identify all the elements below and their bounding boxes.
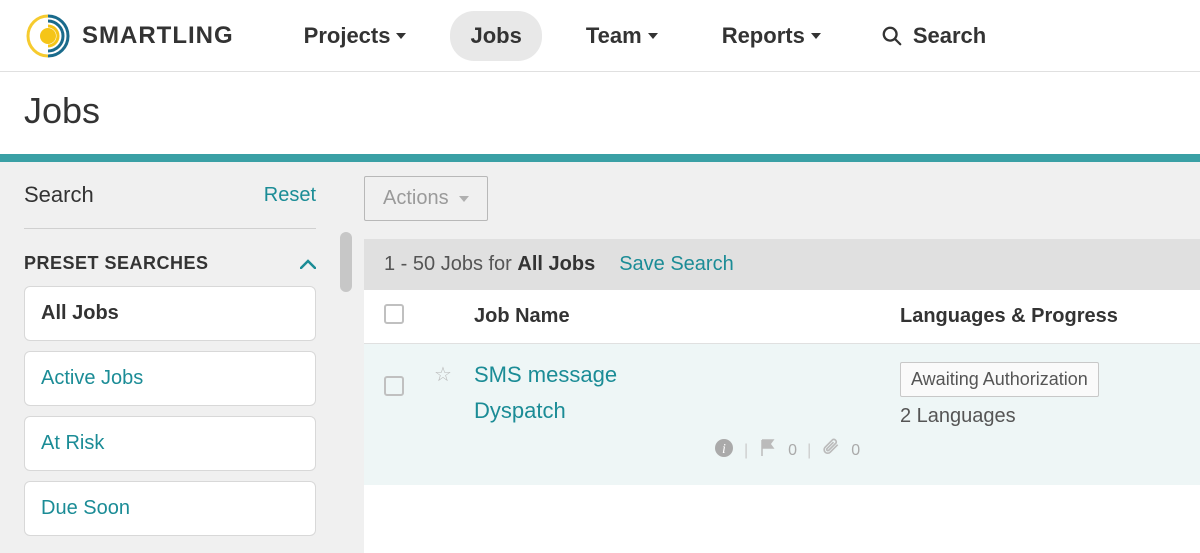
nav-jobs-label: Jobs <box>470 23 521 49</box>
col-lang-header[interactable]: Languages & Progress <box>900 305 1180 328</box>
accent-bar <box>0 154 1200 162</box>
nav-jobs[interactable]: Jobs <box>450 11 541 61</box>
actions-label: Actions <box>383 187 449 210</box>
nav-projects[interactable]: Projects <box>284 11 427 61</box>
job-project-link[interactable]: Dyspatch <box>474 398 566 423</box>
caret-down-icon <box>648 33 658 39</box>
row-lang-cell: Awaiting Authorization 2 Languages <box>900 362 1180 428</box>
preset-item-label: Due Soon <box>41 497 130 519</box>
attach-count: 0 <box>851 442 860 460</box>
attachment-icon[interactable] <box>821 438 841 463</box>
nav-items: Projects Jobs Team Reports Search <box>284 11 987 61</box>
jobs-table: Job Name Languages & Progress ☆ SMS mess… <box>364 290 1200 553</box>
scrollbar[interactable] <box>340 232 352 292</box>
page-header: Jobs <box>0 72 1200 154</box>
save-search-link[interactable]: Save Search <box>619 253 734 276</box>
page-title: Jobs <box>24 90 1176 132</box>
flag-count: 0 <box>788 442 797 460</box>
separator: | <box>744 442 748 460</box>
row-star-cell: ☆ <box>434 362 474 387</box>
preset-item-label: All Jobs <box>41 302 119 324</box>
preset-item-all-jobs[interactable]: All Jobs <box>24 286 316 341</box>
sidebar-search-row: Search Reset <box>24 182 316 229</box>
main-inner: Actions 1 - 50 Jobs for All Jobs Save Se… <box>340 162 1200 553</box>
nav-search-label: Search <box>913 23 986 49</box>
col-checkbox-header <box>384 304 434 329</box>
caret-down-icon <box>459 196 469 202</box>
separator: | <box>807 442 811 460</box>
results-range-text: 1 - 50 Jobs for All Jobs <box>384 253 595 276</box>
actions-row: Actions <box>364 162 1200 239</box>
sidebar: Search Reset PRESET SEARCHES All Jobs Ac… <box>0 162 340 553</box>
results-range-filter: All Jobs <box>517 253 595 275</box>
content: Search Reset PRESET SEARCHES All Jobs Ac… <box>0 162 1200 553</box>
job-name-link[interactable]: SMS message <box>474 362 617 388</box>
preset-searches-header[interactable]: PRESET SEARCHES <box>24 253 316 274</box>
results-range-bar: 1 - 50 Jobs for All Jobs Save Search <box>364 239 1200 290</box>
nav-search[interactable]: Search <box>881 23 986 49</box>
main: Actions 1 - 50 Jobs for All Jobs Save Se… <box>340 162 1200 553</box>
nav-team[interactable]: Team <box>566 11 678 61</box>
nav-reports[interactable]: Reports <box>702 11 841 61</box>
nav-team-label: Team <box>586 23 642 49</box>
preset-searches-title: PRESET SEARCHES <box>24 253 209 274</box>
preset-item-label: Active Jobs <box>41 367 143 389</box>
select-all-checkbox[interactable] <box>384 304 404 324</box>
smartling-logo-icon <box>24 12 72 60</box>
sidebar-search-label: Search <box>24 182 94 208</box>
preset-item-at-risk[interactable]: At Risk <box>24 416 316 471</box>
svg-text:i: i <box>722 442 726 457</box>
brand-logo[interactable]: SMARTLING <box>24 12 234 60</box>
row-name-cell: SMS message Dyspatch i | 0 <box>474 362 900 463</box>
info-icon[interactable]: i <box>714 438 734 463</box>
table-header: Job Name Languages & Progress <box>364 290 1200 344</box>
nav-reports-label: Reports <box>722 23 805 49</box>
nav-projects-label: Projects <box>304 23 391 49</box>
preset-item-active-jobs[interactable]: Active Jobs <box>24 351 316 406</box>
status-badge: Awaiting Authorization <box>900 362 1099 397</box>
col-name-header[interactable]: Job Name <box>474 305 900 328</box>
preset-item-label: At Risk <box>41 432 104 454</box>
chevron-up-icon <box>300 253 316 274</box>
job-meta-icons: i | 0 | 0 <box>714 438 900 463</box>
brand-name: SMARTLING <box>82 22 234 50</box>
search-icon <box>881 25 903 47</box>
flag-icon[interactable] <box>758 438 778 463</box>
top-nav: SMARTLING Projects Jobs Team Reports Sea… <box>0 0 1200 72</box>
reset-link[interactable]: Reset <box>264 184 316 207</box>
actions-button[interactable]: Actions <box>364 176 488 221</box>
results-range-prefix: 1 - 50 Jobs for <box>384 253 517 275</box>
row-checkbox-cell <box>384 362 434 401</box>
star-icon[interactable]: ☆ <box>434 364 452 386</box>
language-count: 2 Languages <box>900 405 1180 428</box>
caret-down-icon <box>396 33 406 39</box>
caret-down-icon <box>811 33 821 39</box>
preset-item-due-soon[interactable]: Due Soon <box>24 481 316 536</box>
row-checkbox[interactable] <box>384 376 404 396</box>
table-row: ☆ SMS message Dyspatch i <box>364 344 1200 485</box>
